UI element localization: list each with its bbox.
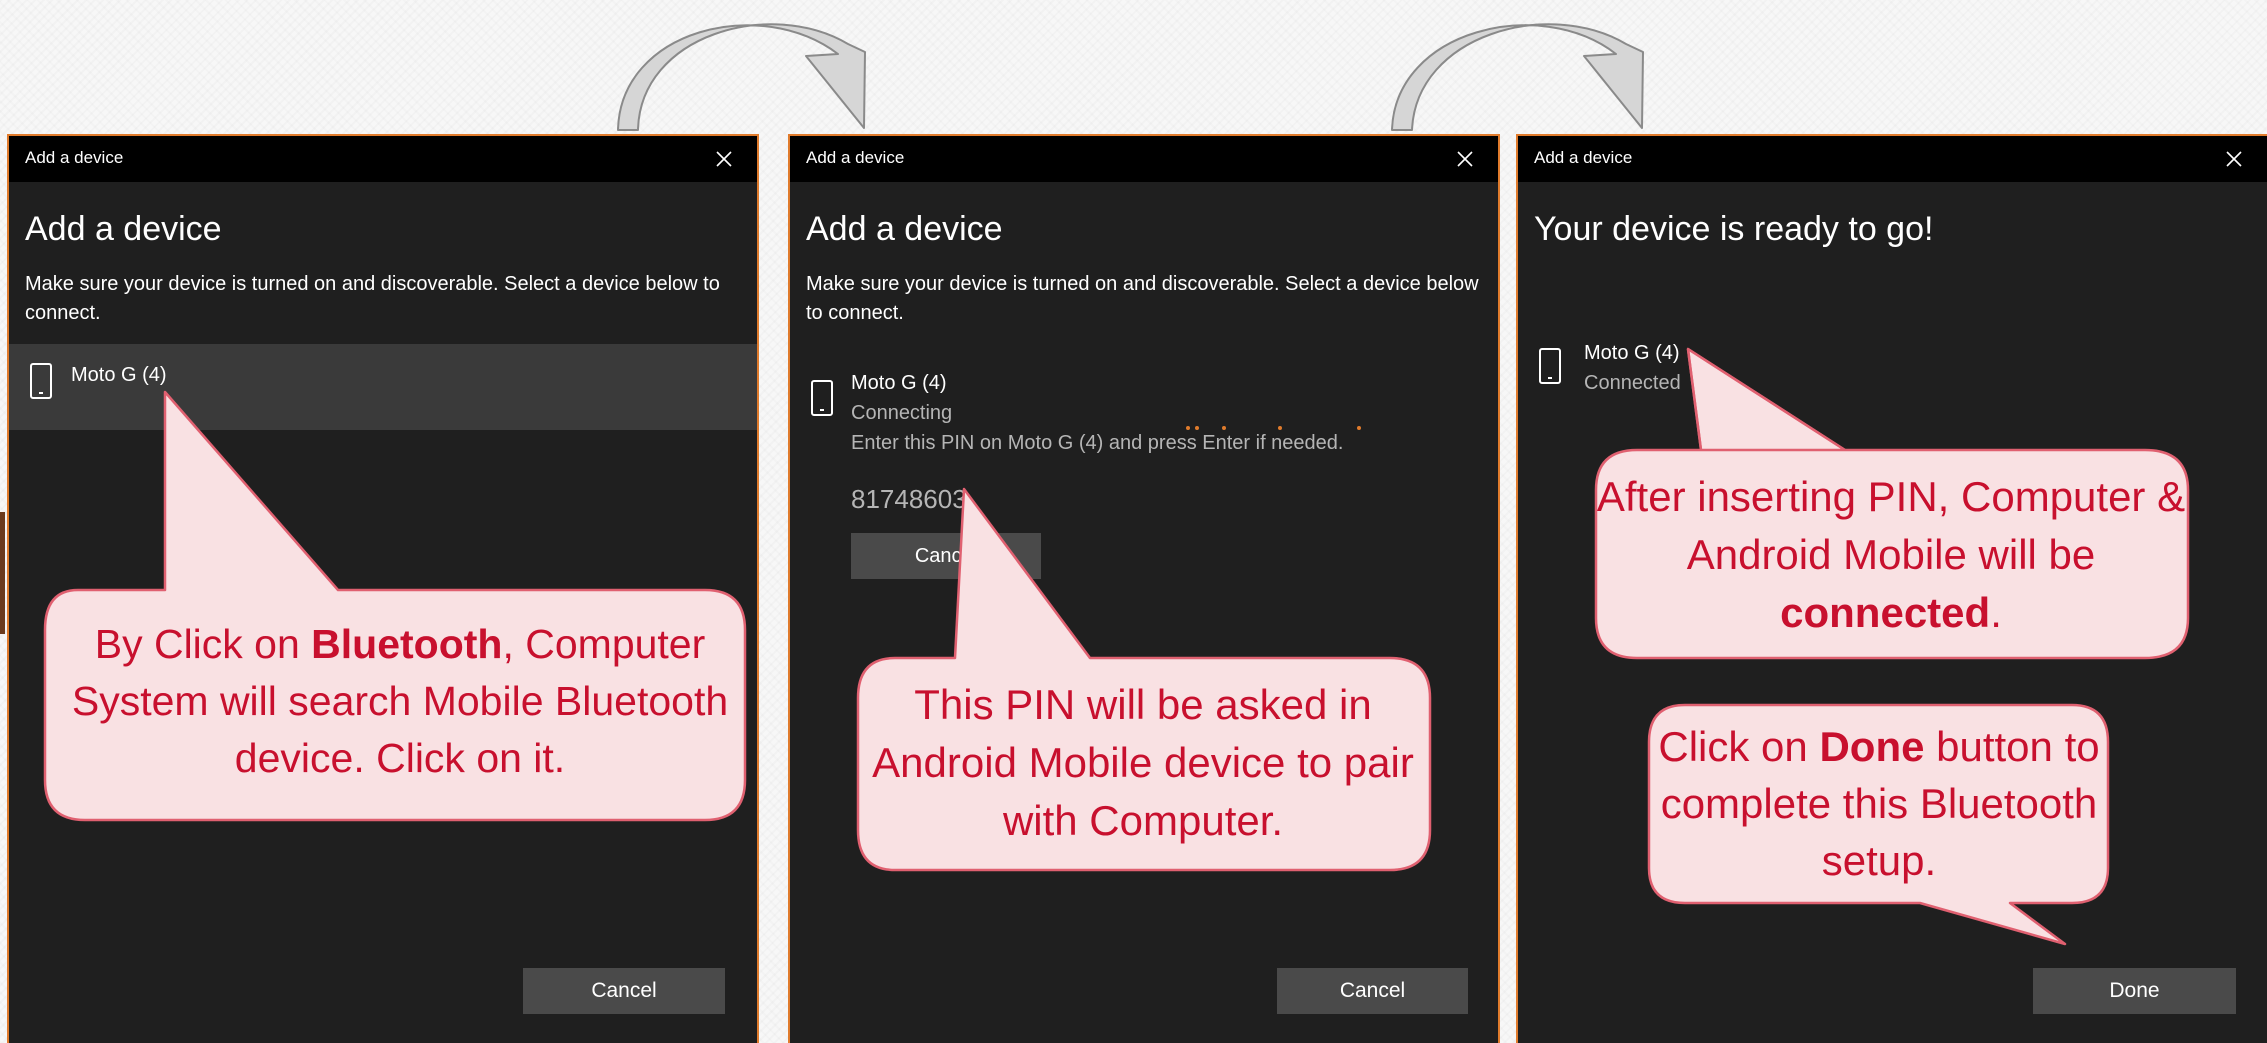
side-marker — [0, 512, 5, 634]
add-device-dialog-1: Add a device Add a device Make sure your… — [7, 134, 759, 1043]
title-bar: Add a device — [1518, 136, 2267, 182]
add-device-dialog-2: Add a device Add a device Make sure your… — [788, 134, 1500, 1043]
device-name: Moto G (4) — [1584, 342, 1680, 364]
flow-arrow-1 — [617, 23, 866, 131]
device-list-item[interactable]: Moto G (4) — [9, 344, 757, 430]
device-list-item[interactable]: Moto G (4) Connecting — [790, 364, 1498, 434]
callout-text-2: This PIN will be asked in Android Mobile… — [872, 681, 1414, 844]
close-button[interactable] — [707, 142, 741, 176]
dialog-heading: Add a device — [806, 210, 1003, 248]
close-button[interactable] — [2217, 142, 2251, 176]
close-icon — [1457, 151, 1473, 167]
dialog-instructions: Make sure your device is turned on and d… — [25, 273, 720, 324]
pin-code: 81748603 — [851, 484, 967, 514]
title-bar: Add a device — [9, 136, 757, 182]
done-button[interactable]: Done — [2033, 968, 2236, 1014]
close-icon — [2226, 151, 2242, 167]
flow-arrows — [617, 23, 1644, 131]
device-name: Moto G (4) — [851, 372, 947, 394]
window-title: Add a device — [1534, 148, 1633, 167]
device-status: Connected — [1584, 372, 1681, 394]
dialog-heading: Add a device — [25, 210, 222, 248]
flow-arrow-2 — [1391, 23, 1644, 131]
callout-text-3: After inserting PIN, Computer & Android … — [1596, 473, 2186, 636]
pairing-cancel-button[interactable]: Cancel — [851, 533, 1041, 579]
pin-instructions: Enter this PIN on Moto G (4) and press E… — [851, 432, 1344, 454]
device-list-item[interactable]: Moto G (4) Connected — [1518, 334, 2267, 404]
dialog-instructions: Make sure your device is turned on and d… — [806, 273, 1479, 324]
close-icon — [716, 151, 732, 167]
device-name: Moto G (4) — [71, 364, 167, 386]
device-status: Connecting — [851, 402, 953, 424]
phone-icon — [30, 363, 52, 399]
cancel-button[interactable]: Cancel — [1277, 968, 1468, 1014]
cancel-button[interactable]: Cancel — [523, 968, 725, 1014]
phone-icon — [811, 380, 833, 416]
callout-text-4: Click on Done button to complete this Bl… — [1658, 723, 2100, 884]
close-button[interactable] — [1448, 142, 1482, 176]
phone-icon — [1539, 348, 1561, 384]
window-title: Add a device — [25, 148, 124, 167]
callout-text-1: By Click on Bluetooth, Computer System w… — [71, 621, 729, 781]
window-title: Add a device — [806, 148, 905, 167]
title-bar: Add a device — [790, 136, 1498, 182]
dialog-heading: Your device is ready to go! — [1534, 210, 1934, 248]
